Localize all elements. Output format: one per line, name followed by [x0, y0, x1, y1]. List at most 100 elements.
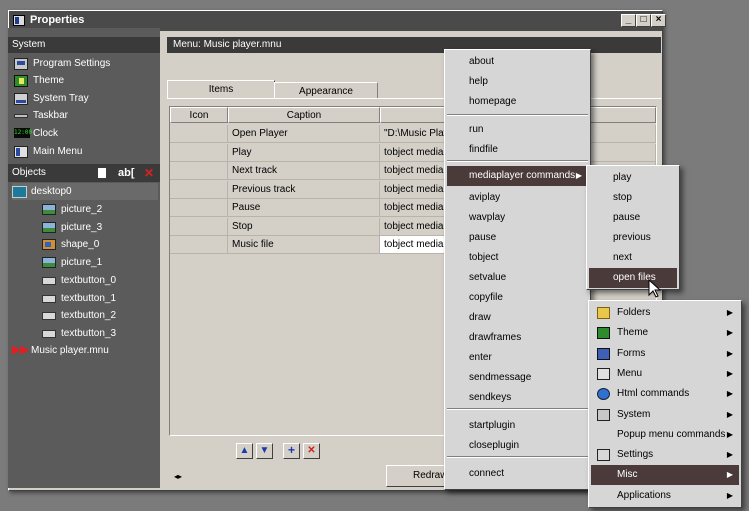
forms-icon: [597, 347, 610, 360]
menu-item-label: setvalue: [469, 272, 507, 283]
menu-item-homepage[interactable]: homepage: [447, 92, 588, 112]
menu-item-run[interactable]: run: [447, 120, 588, 140]
cell-caption[interactable]: Open Player: [228, 125, 380, 143]
menu-item-startplugin[interactable]: startplugin: [447, 416, 588, 436]
cell-icon[interactable]: [170, 144, 228, 162]
category-item-menu[interactable]: Menu ▶: [591, 364, 739, 384]
app-icon: [13, 15, 25, 26]
category-item-theme[interactable]: Theme ▶: [591, 323, 739, 343]
menu-item-label: Menu: [617, 367, 643, 379]
objects-header-label: Objects: [12, 167, 46, 178]
menu-item-sendmessage[interactable]: sendmessage: [447, 368, 588, 388]
submenu-arrow-icon: ▶: [726, 450, 733, 460]
menu-item-tobject[interactable]: tobject: [447, 248, 588, 268]
menu-item-label: Settings: [617, 449, 654, 461]
cell-icon[interactable]: [170, 181, 228, 199]
category-item-forms[interactable]: Forms ▶: [591, 344, 739, 364]
submenu-item-stop[interactable]: stop: [589, 188, 677, 208]
cell-icon[interactable]: [170, 162, 228, 180]
menu-item-mediaplayer-commands[interactable]: mediaplayer commands ▶: [447, 166, 588, 186]
menu-item-label: pause: [469, 232, 497, 243]
menu-separator: [447, 408, 588, 410]
category-item-folders[interactable]: Folders ▶: [591, 303, 739, 323]
cell-caption[interactable]: Play: [228, 144, 380, 162]
submenu-arrow-icon: ▶: [726, 368, 733, 378]
tab-items[interactable]: Items: [167, 80, 275, 98]
menu-item-label: System: [617, 408, 651, 420]
object-item-desktop0[interactable]: desktop0: [12, 183, 158, 200]
minimize-button[interactable]: _: [621, 14, 636, 27]
cell-icon[interactable]: [170, 199, 228, 217]
cell-icon[interactable]: [170, 125, 228, 143]
menu-item-label: Theme: [617, 327, 649, 339]
menu-item-about[interactable]: about: [447, 52, 588, 72]
menu-item-drawframes[interactable]: drawframes: [447, 328, 588, 348]
cell-icon[interactable]: [170, 218, 228, 236]
menu-item-copyfile[interactable]: copyfile: [447, 288, 588, 308]
add-text-button[interactable]: ab[: [118, 164, 135, 182]
menu-item-draw[interactable]: draw: [447, 308, 588, 328]
close-button[interactable]: ×: [651, 14, 666, 27]
system-item-main-menu[interactable]: Main Menu: [14, 143, 158, 160]
menu-item-wavplay[interactable]: wavplay: [447, 208, 588, 228]
delete-item-button[interactable]: ✕: [303, 443, 320, 459]
menu-item-connect[interactable]: connect: [447, 464, 588, 484]
picture-icon: [42, 204, 56, 215]
column-header-icon[interactable]: Icon: [170, 107, 228, 123]
new-object-icon[interactable]: [98, 168, 106, 178]
system-item-system-tray[interactable]: System Tray: [14, 90, 158, 107]
category-item-html-commands[interactable]: Html commands ▶: [591, 384, 739, 404]
category-item-popup-menu-commands[interactable]: Popup menu commands ▶: [591, 425, 739, 445]
submenu-item-open-files[interactable]: open files: [589, 268, 677, 288]
submenu-item-pause[interactable]: pause: [589, 208, 677, 228]
menu-item-label: Applications: [617, 489, 671, 501]
cell-caption[interactable]: Pause: [228, 199, 380, 217]
menu-item-label: tobject: [469, 252, 499, 263]
settings-icon: [14, 58, 28, 70]
maximize-button[interactable]: □: [636, 14, 651, 27]
add-item-button[interactable]: +: [283, 443, 300, 459]
menu-item-pause[interactable]: pause: [447, 228, 588, 248]
menu-item-setvalue[interactable]: setvalue: [447, 268, 588, 288]
move-up-button[interactable]: ▲: [236, 443, 253, 459]
menu-item-closeplugin[interactable]: closeplugin: [447, 436, 588, 456]
menu-item-label: Forms: [617, 347, 646, 359]
window-title: Properties: [30, 14, 85, 26]
system-item-theme[interactable]: Theme: [14, 72, 158, 89]
cell-caption[interactable]: Next track: [228, 162, 380, 180]
menu-item-label: about: [469, 56, 495, 67]
system-item-clock[interactable]: 12:00 Clock: [14, 125, 158, 142]
category-item-applications[interactable]: Applications ▶: [591, 486, 739, 506]
mediaplayer-submenu: play stop pause previous next open files: [586, 165, 680, 290]
delete-object-icon[interactable]: ✕: [144, 164, 154, 182]
tab-appearance[interactable]: Appearance: [274, 82, 378, 98]
cell-caption[interactable]: Stop: [228, 218, 380, 236]
category-item-system[interactable]: System ▶: [591, 405, 739, 425]
column-header-caption[interactable]: Caption: [228, 107, 380, 123]
system-item-taskbar[interactable]: Taskbar: [14, 107, 158, 124]
cell-caption[interactable]: Music file: [228, 236, 380, 254]
submenu-arrow-icon: ▶: [575, 171, 582, 180]
cell-caption[interactable]: Previous track: [228, 181, 380, 199]
submenu-arrow-icon: ▶: [726, 389, 733, 399]
clock-icon: 12:00: [14, 128, 33, 138]
submenu-item-play[interactable]: play: [589, 168, 677, 188]
category-item-settings[interactable]: Settings ▶: [591, 445, 739, 465]
menu-item-findfile[interactable]: findfile: [447, 140, 588, 160]
menu-item-label: next: [613, 252, 632, 263]
menu-item-enter[interactable]: enter: [447, 348, 588, 368]
move-down-button[interactable]: ▼: [256, 443, 273, 459]
menu-item-sendkeys[interactable]: sendkeys: [447, 388, 588, 408]
category-item-misc[interactable]: Misc ▶: [591, 465, 739, 486]
menu-item-label: drawframes: [469, 332, 522, 343]
submenu-item-previous[interactable]: previous: [589, 228, 677, 248]
submenu-item-next[interactable]: next: [589, 248, 677, 268]
menu-item-help[interactable]: help: [447, 72, 588, 92]
submenu-arrow-icon: ▶: [726, 409, 733, 419]
menu-item-aviplay[interactable]: aviplay: [447, 188, 588, 208]
objects-header: Objects ab[ ✕: [8, 164, 160, 182]
splitter-arrows[interactable]: ◂▸: [174, 472, 182, 481]
cell-icon[interactable]: [170, 236, 228, 254]
textbutton-icon: [42, 330, 56, 338]
system-item-program-settings[interactable]: Program Settings: [14, 55, 158, 72]
